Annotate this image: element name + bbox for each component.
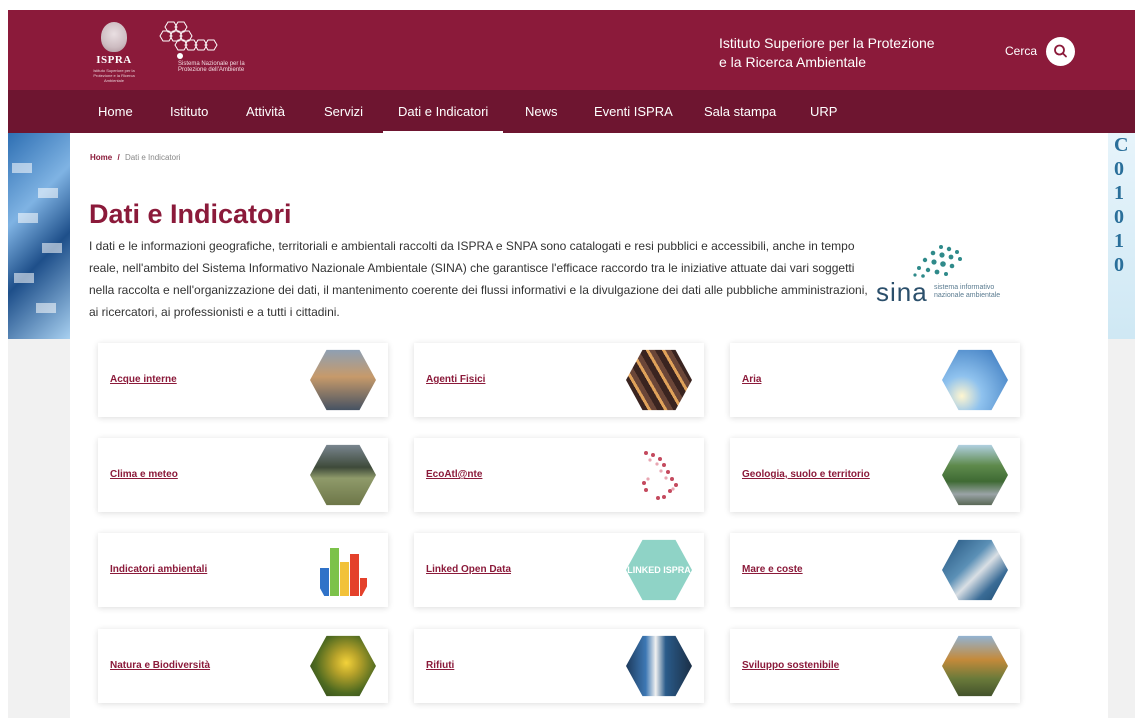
sky-image — [942, 349, 1008, 411]
right-decorative-image: C 0 1 0 1 0 — [1108, 133, 1135, 339]
coast-aerial-image — [942, 539, 1008, 601]
nav-item-urp[interactable]: URP — [810, 90, 837, 133]
card-link-label[interactable]: Acque interne — [110, 343, 177, 417]
card-link-label[interactable]: Agenti Fisici — [426, 343, 485, 417]
mountain-field-image — [310, 444, 376, 506]
river-sunset-image — [310, 349, 376, 411]
bar-chart-image — [310, 539, 376, 601]
page-frame: ISPRA Istituto Superiore per la Protezio… — [8, 10, 1135, 718]
flower-image — [310, 635, 376, 697]
left-decorative-image — [8, 133, 70, 339]
card-link-label[interactable]: EcoAtl@nte — [426, 438, 482, 512]
card-clima-e-meteo[interactable]: Clima e meteo — [98, 438, 388, 512]
search-icon — [1054, 44, 1067, 58]
institute-title-line1: Istituto Superiore per la Protezione — [719, 35, 935, 51]
card-rifiuti[interactable]: Rifiuti — [414, 629, 704, 703]
binary-char: 0 — [1114, 206, 1124, 228]
main-nav: Home Istituto Attività Servizi Dati e In… — [8, 90, 1135, 133]
card-ecoatlante[interactable]: EcoAtl@nte — [414, 438, 704, 512]
breadcrumb-home[interactable]: Home — [90, 153, 112, 162]
snpa-hexagons-icon — [159, 21, 218, 59]
site-header: ISPRA Istituto Superiore per la Protezio… — [8, 10, 1135, 90]
binary-char: 1 — [1114, 230, 1124, 252]
snpa-text: Sistema Nazionale per la Protezione dell… — [178, 61, 245, 73]
snpa-logo[interactable]: Sistema Nazionale per la Protezione dell… — [158, 20, 258, 82]
binary-char: 1 — [1114, 182, 1124, 204]
card-mare-e-coste[interactable]: Mare e coste — [730, 533, 1020, 607]
left-gutter — [8, 339, 70, 718]
institute-title-line2: e la Ricerca Ambientale — [719, 54, 867, 70]
nav-item-eventi-ispra[interactable]: Eventi ISPRA — [594, 90, 673, 133]
italy-dots-icon — [642, 451, 678, 500]
sina-subtitle-line2: nazionale ambientale — [934, 292, 1001, 299]
card-natura-e-biodiversita[interactable]: Natura e Biodiversità — [98, 629, 388, 703]
sina-dots-icon — [913, 245, 962, 278]
nav-item-servizi[interactable]: Servizi — [324, 90, 363, 133]
nav-item-news[interactable]: News — [525, 90, 558, 133]
page-title: Dati e Indicatori — [89, 199, 292, 229]
card-link-label[interactable]: Indicatori ambientali — [110, 533, 207, 607]
search-button[interactable] — [1046, 37, 1075, 66]
logo-subtitle: Istituto Superiore per la Protezione e l… — [93, 68, 135, 83]
binary-char: 0 — [1114, 254, 1124, 276]
sina-logo[interactable]: sina sistema informativo nazionale ambie… — [876, 243, 1056, 307]
card-agenti-fisici[interactable]: Agenti Fisici — [414, 343, 704, 417]
card-link-label[interactable]: Sviluppo sostenibile — [742, 629, 839, 703]
card-link-label[interactable]: Linked Open Data — [426, 533, 511, 607]
institute-title: Istituto Superiore per la Protezione e l… — [719, 34, 979, 72]
nav-item-istituto[interactable]: Istituto — [170, 90, 208, 133]
card-indicatori-ambientali[interactable]: Indicatori ambientali — [98, 533, 388, 607]
sina-subtitle: sistema informativo nazionale ambientale — [934, 284, 1000, 300]
traffic-trails-image — [626, 349, 692, 411]
breadcrumb: Home / Dati e Indicatori — [90, 153, 181, 162]
card-link-label[interactable]: Rifiuti — [426, 629, 454, 703]
nav-item-home[interactable]: Home — [98, 90, 133, 133]
binary-char: C — [1114, 134, 1129, 156]
logo-name: ISPRA — [96, 54, 132, 66]
binary-char: 0 — [1114, 158, 1124, 180]
recycling-bins-image — [626, 635, 692, 697]
card-aria[interactable]: Aria — [730, 343, 1020, 417]
nav-item-dati-e-indicatori[interactable]: Dati e Indicatori — [383, 90, 504, 133]
breadcrumb-separator: / — [117, 153, 120, 162]
italian-emblem-icon — [101, 22, 127, 52]
card-link-label[interactable]: Mare e coste — [742, 533, 803, 607]
right-gutter — [1108, 339, 1135, 718]
card-linked-open-data[interactable]: Linked Open Data LINKED ISPRA — [414, 533, 704, 607]
card-geologia-suolo-territorio[interactable]: Geologia, suolo e territorio — [730, 438, 1020, 512]
bar-chart-icon — [320, 548, 367, 596]
breadcrumb-current: Dati e Indicatori — [124, 153, 181, 162]
search-label[interactable]: Cerca — [1005, 44, 1037, 58]
intro-paragraph: I dati e le informazioni geografiche, te… — [89, 239, 868, 319]
nav-item-sala-stampa[interactable]: Sala stampa — [704, 90, 776, 133]
card-link-label[interactable]: Natura e Biodiversità — [110, 629, 210, 703]
linked-ispra-image: LINKED ISPRA — [626, 539, 692, 601]
card-link-label[interactable]: Clima e meteo — [110, 438, 178, 512]
sina-subtitle-line1: sistema informativo — [934, 284, 995, 291]
autumn-valley-image — [942, 635, 1008, 697]
card-link-label[interactable]: Geologia, suolo e territorio — [742, 438, 870, 512]
card-acque-interne[interactable]: Acque interne — [98, 343, 388, 417]
sina-word: sina — [876, 277, 928, 307]
ispra-logo[interactable]: ISPRA Istituto Superiore per la Protezio… — [86, 22, 142, 83]
mountain-village-image — [942, 444, 1008, 506]
italy-map-image — [626, 444, 692, 506]
card-link-label[interactable]: Aria — [742, 343, 761, 417]
nav-item-attivita[interactable]: Attività — [246, 90, 285, 133]
card-sviluppo-sostenibile[interactable]: Sviluppo sostenibile — [730, 629, 1020, 703]
